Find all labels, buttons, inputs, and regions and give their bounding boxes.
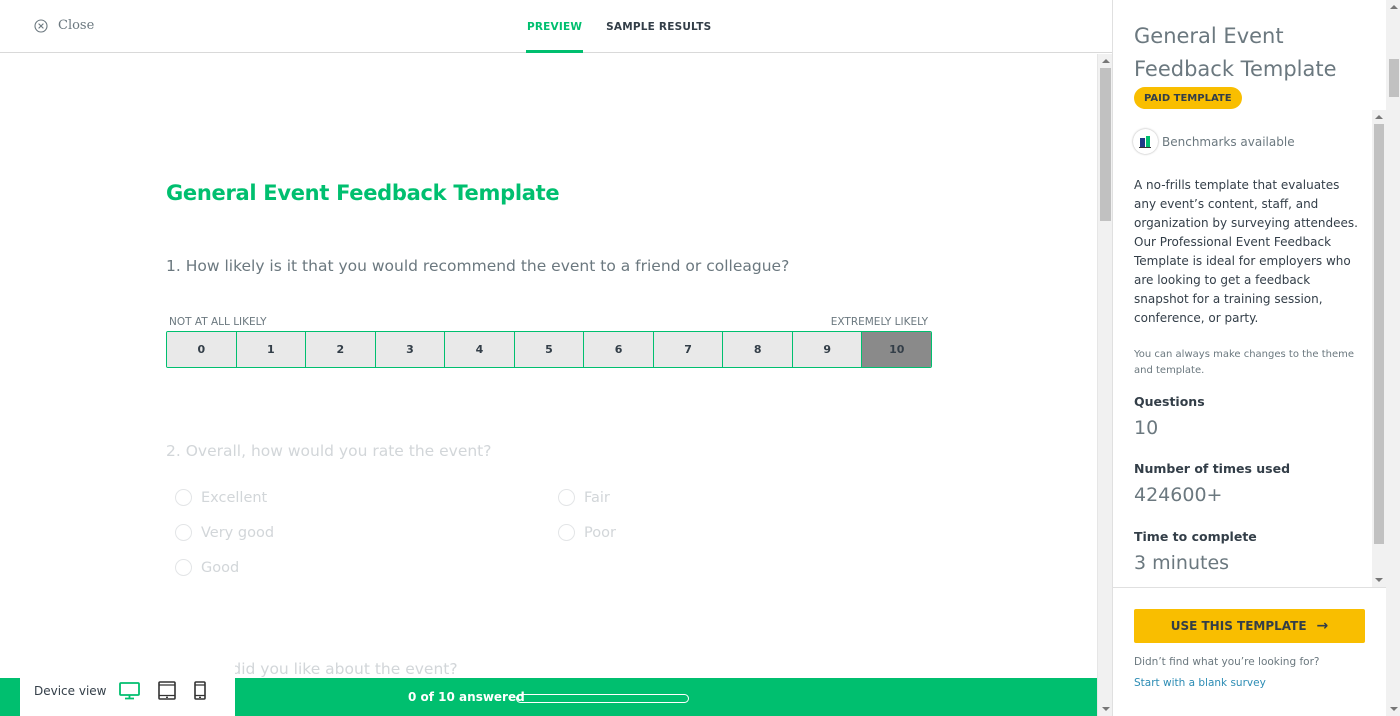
- scroll-up-arrow-icon[interactable]: [1375, 115, 1383, 119]
- radio-button[interactable]: [175, 524, 192, 541]
- progress-text: 0 of 10 answered: [408, 690, 525, 704]
- benchmarks-label: Benchmarks available: [1162, 134, 1295, 149]
- close-button[interactable]: Close: [34, 18, 94, 33]
- radio-button[interactable]: [558, 524, 575, 541]
- tablet-icon: [157, 681, 176, 700]
- benchmarks-info: Benchmarks available: [1133, 129, 1295, 154]
- option-good[interactable]: Good: [175, 559, 239, 576]
- nps-option-8[interactable]: 8: [723, 332, 793, 367]
- option-label: Good: [201, 559, 240, 576]
- nps-option-5[interactable]: 5: [514, 332, 585, 367]
- blank-survey-link[interactable]: Start with a blank survey: [1134, 677, 1266, 689]
- tab-preview[interactable]: PREVIEW: [526, 0, 584, 53]
- mobile-icon: [193, 681, 206, 700]
- nps-option-4[interactable]: 4: [445, 332, 515, 367]
- mobile-view-button[interactable]: [193, 681, 206, 700]
- use-template-button[interactable]: USE THIS TEMPLATE →: [1134, 609, 1365, 643]
- nps-option-3[interactable]: 3: [375, 332, 446, 367]
- template-details-panel: General Event Feedback Template PAID TEM…: [1112, 0, 1400, 716]
- nps-option-7[interactable]: 7: [653, 332, 724, 367]
- preview-scrollbar[interactable]: [1097, 54, 1112, 716]
- stat-questions-label: Questions: [1134, 394, 1205, 409]
- scrollbar-thumb[interactable]: [1374, 124, 1384, 544]
- option-very-good[interactable]: Very good: [175, 524, 274, 541]
- close-label: Close: [58, 18, 95, 33]
- scroll-down-arrow-icon[interactable]: [1390, 707, 1398, 711]
- panel-footer: USE THIS TEMPLATE → Didn’t find what you…: [1113, 587, 1386, 716]
- preview-pane: Close PREVIEW SAMPLE RESULTS General Eve…: [0, 0, 1112, 716]
- stat-times-used-label: Number of times used: [1134, 461, 1291, 476]
- question-1-text: 1. How likely is it that you would recom…: [166, 257, 790, 275]
- stat-time-to-complete-label: Time to complete: [1134, 529, 1257, 544]
- arrow-right-icon: →: [1316, 618, 1329, 634]
- nps-option-1[interactable]: 1: [236, 332, 307, 367]
- option-label: Poor: [584, 524, 616, 541]
- desktop-view-button[interactable]: [118, 681, 140, 700]
- tablet-view-button[interactable]: [157, 681, 176, 700]
- nps-low-label: NOT AT ALL LIKELY: [169, 316, 267, 328]
- stat-questions-value: 10: [1134, 417, 1159, 439]
- scroll-down-arrow-icon[interactable]: [1375, 578, 1383, 582]
- nps-scale-labels: NOT AT ALL LIKELY EXTREMELY LIKELY: [166, 316, 931, 328]
- tab-sample-results[interactable]: SAMPLE RESULTS: [605, 0, 712, 53]
- nps-option-0[interactable]: 0: [167, 332, 237, 367]
- radio-button[interactable]: [175, 559, 192, 576]
- desktop-icon: [118, 681, 140, 699]
- template-title: General Event Feedback Template: [1134, 24, 1337, 81]
- survey-preview: General Event Feedback Template 1. How l…: [0, 54, 1097, 716]
- panel-scrollbar[interactable]: [1386, 0, 1400, 716]
- paid-template-badge: PAID TEMPLATE: [1134, 87, 1242, 109]
- nps-high-label: EXTREMELY LIKELY: [830, 316, 928, 328]
- template-note: You can always make changes to the theme…: [1134, 349, 1355, 376]
- benchmark-chart-icon: [1133, 129, 1158, 154]
- nps-option-6[interactable]: 6: [584, 332, 654, 367]
- progress-track: [516, 694, 689, 703]
- footer-question: Didn’t find what you’re looking for?: [1134, 656, 1320, 668]
- top-bar: Close PREVIEW SAMPLE RESULTS: [0, 0, 1112, 53]
- scroll-down-arrow-icon[interactable]: [1102, 707, 1110, 711]
- scrollbar-thumb[interactable]: [1100, 68, 1111, 221]
- scroll-up-arrow-icon[interactable]: [1102, 59, 1110, 63]
- option-excellent[interactable]: Excellent: [175, 489, 267, 506]
- nps-option-10[interactable]: 10: [862, 332, 931, 367]
- option-poor[interactable]: Poor: [558, 524, 616, 541]
- option-label: Very good: [201, 524, 275, 541]
- radio-button[interactable]: [175, 489, 192, 506]
- scroll-up-arrow-icon[interactable]: [1390, 5, 1398, 9]
- stat-time-to-complete-value: 3 minutes: [1134, 552, 1230, 574]
- scrollbar-thumb[interactable]: [1389, 59, 1399, 97]
- radio-button[interactable]: [558, 489, 575, 506]
- view-tabs: PREVIEW SAMPLE RESULTS: [526, 0, 712, 53]
- stat-times-used-value: 424600+: [1134, 484, 1223, 506]
- close-circle-icon: [34, 18, 48, 33]
- template-description: A no-frills template that evaluates any …: [1134, 178, 1358, 325]
- details-scrollbar[interactable]: [1372, 110, 1386, 587]
- nps-option-2[interactable]: 2: [306, 332, 376, 367]
- device-view-label: Device view: [34, 683, 107, 698]
- option-label: Fair: [584, 489, 610, 506]
- option-label: Excellent: [201, 489, 268, 506]
- nps-scale: 0 1 2 3 4 5 6 7 8 9 10: [166, 331, 932, 368]
- nps-option-9[interactable]: 9: [792, 332, 863, 367]
- option-fair[interactable]: Fair: [558, 489, 610, 506]
- survey-title: General Event Feedback Template: [166, 181, 560, 205]
- use-template-label: USE THIS TEMPLATE: [1170, 619, 1307, 633]
- question-2-text: 2. Overall, how would you rate the event…: [166, 442, 492, 460]
- device-view-switcher: Device view: [20, 661, 235, 716]
